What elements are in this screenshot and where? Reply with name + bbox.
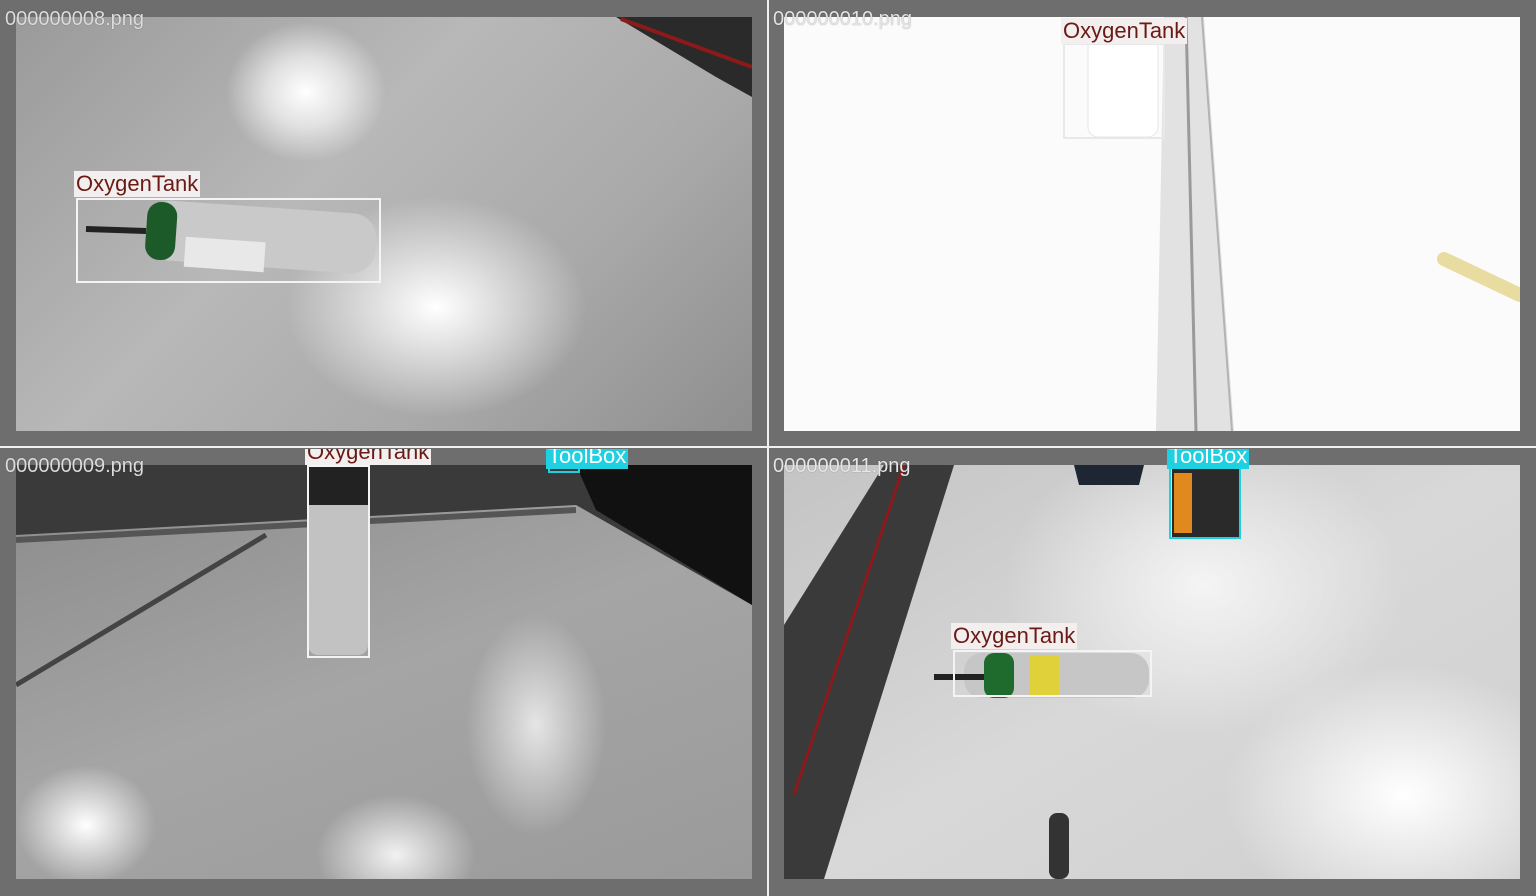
detection-label-oxygen-tank: OxygenTank	[305, 449, 432, 465]
image-filename: 000000011.png	[773, 455, 911, 477]
detection-label-toolbox: ToolBox	[546, 449, 629, 469]
tile-000000008: 000000008.png OxygenTank	[2, 2, 766, 445]
scene-graphics	[16, 465, 752, 688]
tile-000000011: 000000011.png OxygenTank ToolBox	[770, 449, 1534, 894]
detection-box-oxygen-tank	[1063, 43, 1165, 139]
grid-divider-vertical	[767, 0, 769, 896]
detection-box-oxygen-tank	[307, 465, 370, 658]
detection-box-oxygen-tank	[76, 198, 381, 283]
tile-000000009: 000000009.png OxygenTank ToolBox	[2, 449, 766, 894]
detection-label-oxygen-tank: OxygenTank	[1061, 18, 1188, 44]
image-filename: 000000008.png	[5, 8, 145, 30]
detection-label-toolbox: ToolBox	[1167, 449, 1250, 469]
detection-box-toolbox	[1169, 465, 1241, 539]
scene-graphics	[784, 465, 1240, 879]
detection-box-oxygen-tank	[953, 650, 1152, 697]
image-filename: 000000010.png	[773, 8, 913, 30]
image-filename: 000000009.png	[5, 455, 145, 477]
grid-divider-horizontal	[0, 446, 1536, 448]
tile-000000010: 000000010.png OxygenTank	[770, 2, 1534, 445]
scene-image	[16, 465, 752, 879]
detection-label-oxygen-tank: OxygenTank	[74, 171, 201, 197]
scene-image	[784, 465, 1520, 879]
detection-label-oxygen-tank: OxygenTank	[951, 623, 1078, 649]
